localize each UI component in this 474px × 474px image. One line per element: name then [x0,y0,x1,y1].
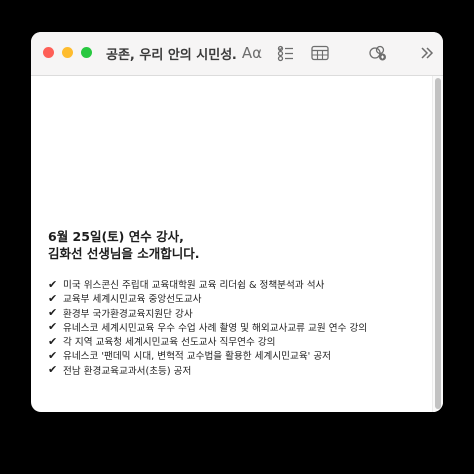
check-icon: ✔ [48,348,58,362]
list-item: ✔ 전남 환경교육교과서(초등) 공저 [48,363,192,377]
toolbar: 공존, 우리 안의 시민성… Aα [31,32,443,76]
share-icon[interactable] [367,42,389,64]
check-icon: ✔ [48,320,58,334]
more-chevron-icon[interactable] [419,42,435,64]
table-icon[interactable] [309,42,331,64]
close-window-button[interactable] [43,47,54,58]
minimize-window-button[interactable] [62,47,73,58]
note-body[interactable]: 6월 25일(토) 연수 강사, 김화선 선생님을 소개합니다. ✔ 미국 위스콘… [31,76,431,412]
heading-line-2: 김화선 선생님을 소개합니다. [48,246,200,261]
list-item: ✔ 유네스코 세계시민교육 우수 수업 사례 촬영 및 해외교사교류 교원 연수 … [48,320,368,334]
list-item: ✔ 각 지역 교육청 세계시민교육 선도교사 직무연수 강의 [48,334,276,349]
check-icon: ✔ [48,277,58,291]
check-icon: ✔ [48,306,58,320]
list-item: ✔ 유네스코 '팬데믹 시대, 변혁적 교수법을 활용한 세계시민교육' 공저 [48,348,331,363]
list-item: ✔ 교육부 세계시민교육 중앙선도교사 [48,291,202,306]
note-heading: 6월 25일(토) 연수 강사, 김화선 선생님을 소개합니다. [48,228,199,262]
vertical-scrollbar[interactable] [432,76,443,412]
check-icon: ✔ [48,334,58,348]
checklist: ✔ 미국 위스콘신 주립대 교육대학원 교육 리더쉽 & 정책분석과 석사 ✔ 교육… [48,277,367,377]
format-text-button[interactable]: Aα [241,42,263,64]
check-icon: ✔ [48,291,58,305]
scroll-thumb[interactable] [435,78,441,409]
list-item: ✔ 환경부 국가환경교육지원단 강사 [48,306,193,320]
notes-window: 공존, 우리 안의 시민성… Aα 6월 25일(토) 연수 강사, 김화선 선… [31,32,443,412]
zoom-window-button[interactable] [81,47,92,58]
checklist-icon[interactable] [276,42,296,64]
heading-line-1: 6월 25일(토) 연수 강사, [48,229,184,244]
window-title: 공존, 우리 안의 시민성… [106,48,236,63]
list-item: ✔ 미국 위스콘신 주립대 교육대학원 교육 리더쉽 & 정책분석과 석사 [48,277,325,292]
check-icon: ✔ [48,363,58,377]
